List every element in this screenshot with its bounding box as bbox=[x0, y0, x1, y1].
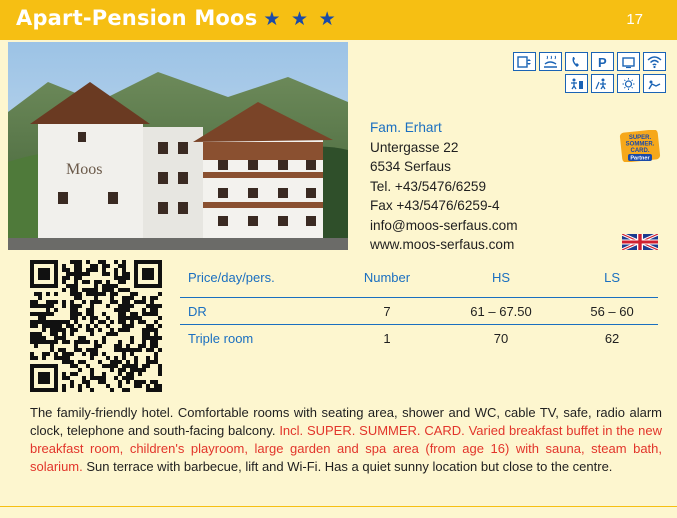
badge-line-4: Partner bbox=[630, 156, 650, 162]
header-number: Number bbox=[363, 270, 411, 285]
price-hs: 70 bbox=[435, 324, 567, 351]
garden-icon bbox=[643, 74, 666, 93]
svg-text:P: P bbox=[598, 55, 607, 69]
bottom-divider bbox=[0, 506, 677, 507]
building-sign-text: Moos bbox=[66, 161, 102, 178]
room-number: 1 bbox=[338, 324, 436, 351]
contact-fax: Fax +43/5476/6259-4 bbox=[370, 198, 500, 213]
tv-icon bbox=[617, 52, 640, 71]
parking-icon: P bbox=[591, 52, 614, 71]
header-price: Price/day/pers. bbox=[188, 270, 275, 285]
description: The family-friendly hotel. Comfortable r… bbox=[30, 404, 662, 476]
elevator-icon bbox=[513, 52, 536, 71]
badge-line-3: CARD. bbox=[631, 148, 650, 154]
description-text-end: Sun terrace with barbecue, lift and Wi-F… bbox=[82, 459, 613, 474]
price-hs: 61 – 67.50 bbox=[435, 297, 567, 325]
price-table-header: Price/day/pers. Number HS LS bbox=[180, 266, 658, 298]
table-row: Triple room 1 70 62 bbox=[180, 324, 658, 351]
room-number: 7 bbox=[338, 297, 436, 325]
header-ls: LS bbox=[604, 270, 620, 285]
contact-email[interactable]: info@moos-serfaus.com bbox=[370, 216, 518, 236]
sunbed-icon bbox=[617, 74, 640, 93]
sauna-icon bbox=[539, 52, 562, 71]
contact-street: Untergasse 22 bbox=[370, 139, 459, 155]
hotel-photo: Moos bbox=[8, 42, 348, 250]
price-ls: 62 bbox=[566, 324, 658, 351]
header-bar: Apart-Pension Moos ★ ★ ★ 17 bbox=[0, 0, 677, 40]
contact-city: 6534 Serfaus bbox=[370, 159, 451, 174]
badge-line-1: SUPER. bbox=[629, 135, 652, 141]
table-row: DR 7 61 – 67.50 56 – 60 bbox=[180, 297, 658, 325]
star-rating: ★ ★ ★ bbox=[263, 8, 338, 30]
price-table: Price/day/pers. Number HS LS DR 7 61 – 6… bbox=[180, 266, 658, 351]
header-hs: HS bbox=[492, 270, 511, 285]
hotel-name: Apart-Pension Moos bbox=[16, 6, 258, 30]
telephone-icon bbox=[565, 52, 588, 71]
page-number: 17 bbox=[626, 11, 643, 28]
amenity-icons: P bbox=[492, 52, 666, 93]
room-type: Triple room bbox=[180, 324, 338, 351]
page-title: Apart-Pension Moos ★ ★ ★ bbox=[16, 6, 338, 30]
super-sommer-card-badge: SUPER. SOMMER. CARD. Partner bbox=[618, 129, 662, 163]
badge-line-2: SOMMER. bbox=[626, 142, 655, 148]
kids-icon bbox=[591, 74, 614, 93]
room-type: DR bbox=[180, 297, 338, 325]
playground-icon bbox=[565, 74, 588, 93]
contact-tel: Tel. +43/5476/6259 bbox=[370, 178, 487, 194]
qr-code[interactable] bbox=[30, 260, 162, 392]
contact-name: Fam. Erhart bbox=[370, 120, 442, 135]
uk-flag-icon[interactable] bbox=[621, 232, 659, 252]
price-ls: 56 – 60 bbox=[566, 297, 658, 325]
wifi-icon bbox=[643, 52, 666, 71]
contact-block: Fam. Erhart Untergasse 22 6534 Serfaus T… bbox=[370, 118, 518, 255]
contact-web[interactable]: www.moos-serfaus.com bbox=[370, 235, 518, 255]
